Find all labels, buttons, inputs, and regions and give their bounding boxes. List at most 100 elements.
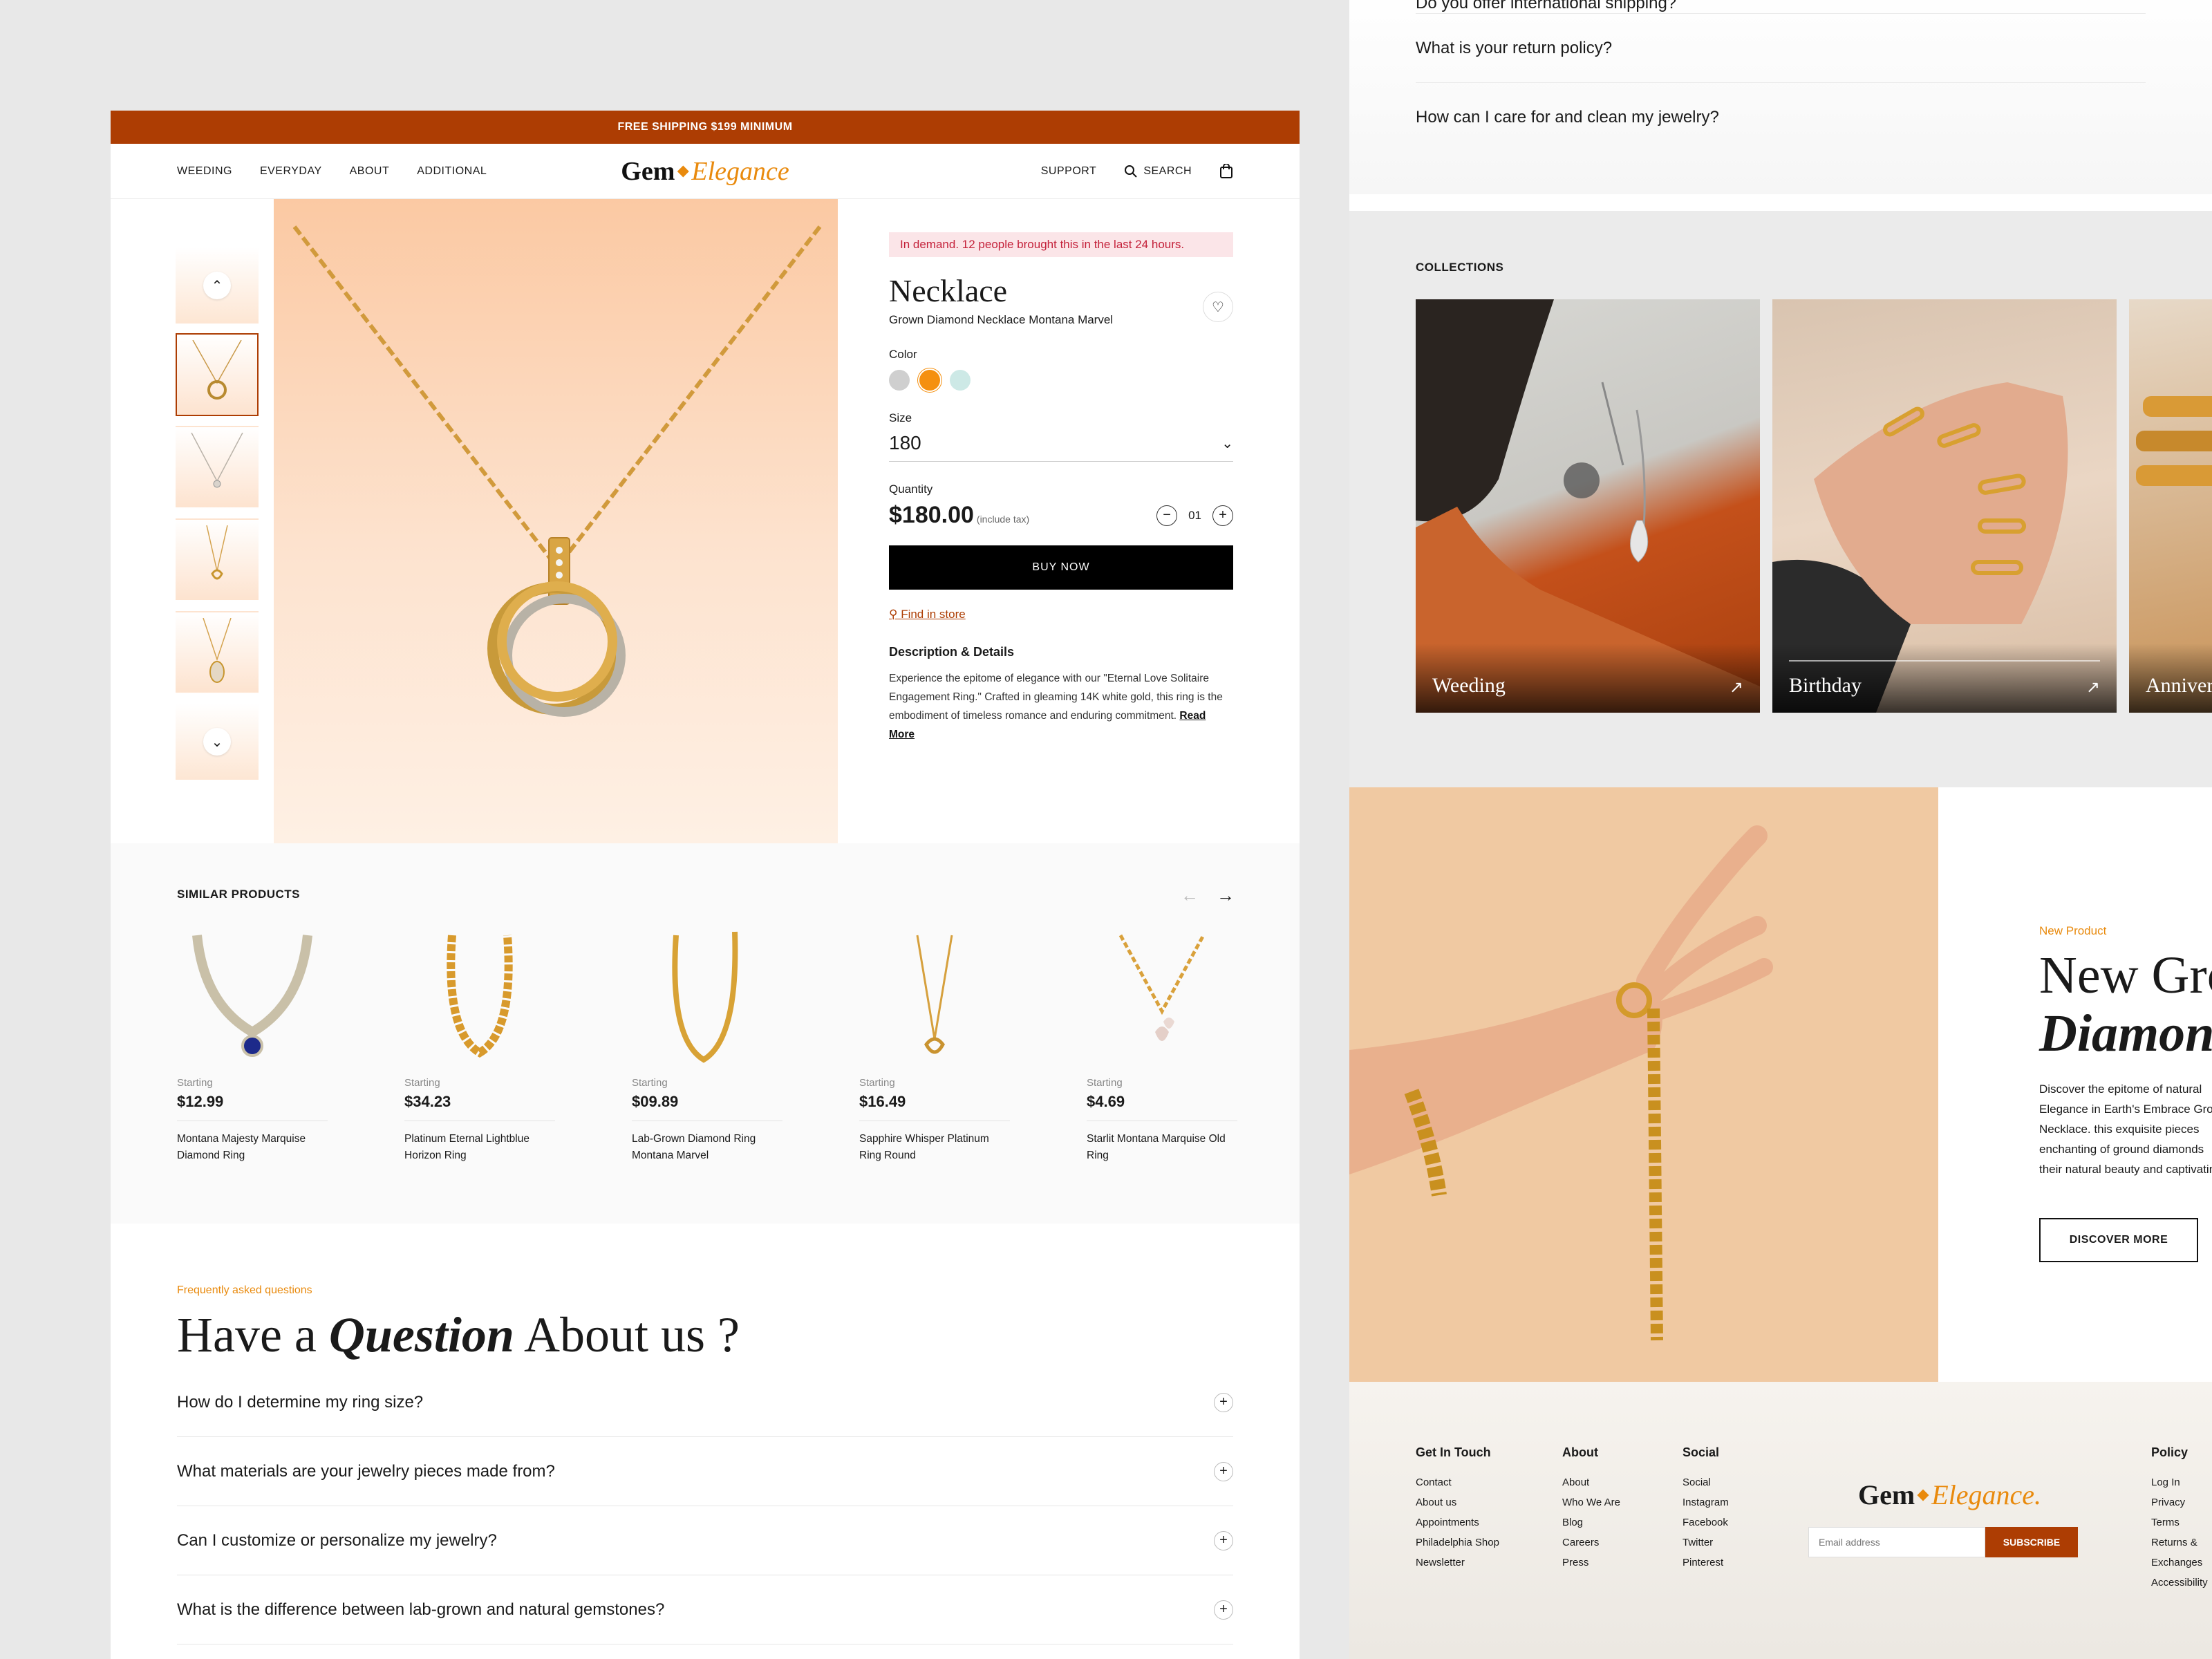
- starting-label: Starting: [1087, 1077, 1123, 1089]
- product-section: ⌃ ⌄ In demand. 12 people brought this in…: [111, 199, 1300, 843]
- faq-item[interactable]: How can I care for and clean my jewelry?: [1416, 83, 2146, 152]
- find-in-store-link[interactable]: ⚲ Find in store: [889, 608, 1233, 621]
- faq-item[interactable]: What is the difference between lab-grown…: [177, 1575, 1233, 1644]
- collection-card-birthday[interactable]: Birthday ↗: [1772, 299, 2117, 713]
- logo-text-gem: Gem: [621, 156, 675, 186]
- thumbnail[interactable]: [176, 518, 259, 601]
- product-name: Sapphire Whisper Platinum Ring Round: [859, 1133, 989, 1161]
- size-value: 180: [889, 432, 921, 453]
- footer-link[interactable]: Privacy: [2151, 1492, 2212, 1512]
- support-link[interactable]: SUPPORT: [1041, 165, 1097, 178]
- minus-button[interactable]: −: [1156, 505, 1178, 526]
- logo[interactable]: Gem Elegance: [621, 156, 789, 187]
- footer-link[interactable]: Blog: [1562, 1512, 1620, 1533]
- collection-card-anniversary[interactable]: Anniversary: [2129, 299, 2212, 713]
- footer-link[interactable]: Who We Are: [1562, 1492, 1620, 1512]
- plus-icon[interactable]: +: [1214, 1392, 1233, 1412]
- footer-link[interactable]: Pinterest: [1683, 1553, 1729, 1573]
- product-name: Lab-Grown Diamond Ring Montana Marvel: [632, 1133, 756, 1161]
- thumbnail[interactable]: [176, 426, 259, 509]
- plus-icon[interactable]: +: [1214, 1530, 1233, 1550]
- product-name: Platinum Eternal Lightblue Horizon Ring: [404, 1133, 529, 1161]
- feature-title-line2: Diamond: [2039, 1004, 2212, 1062]
- email-field[interactable]: [1808, 1527, 1985, 1557]
- nav-link-about[interactable]: ABOUT: [350, 165, 390, 178]
- product-card[interactable]: Starting $16.49 Sapphire Whisper Platinu…: [859, 925, 1010, 1164]
- product-card[interactable]: Starting $4.69 Starlit Montana Marquise …: [1087, 925, 1237, 1164]
- thumb-down-button[interactable]: ⌄: [176, 704, 259, 780]
- footer-link[interactable]: Press: [1562, 1553, 1620, 1573]
- footer-link[interactable]: Twitter: [1683, 1533, 1729, 1553]
- feature-desc-line: Necklace. this exquisite pieces: [2039, 1123, 2200, 1136]
- collection-card-weeding[interactable]: Weeding ↗: [1416, 299, 1760, 713]
- find-in-store-label: Find in store: [901, 608, 966, 621]
- footer-link[interactable]: Terms: [2151, 1512, 2212, 1533]
- footer-link[interactable]: Philadelphia Shop: [1416, 1533, 1499, 1553]
- feature-title: New Grown Diamond: [2039, 946, 2212, 1062]
- footer-link[interactable]: Accessibility: [2151, 1573, 2212, 1593]
- plus-button[interactable]: +: [1212, 505, 1233, 526]
- footer-link[interactable]: Facebook: [1683, 1512, 1729, 1533]
- product-price: $180.00: [889, 502, 974, 528]
- search-button[interactable]: SEARCH: [1124, 165, 1192, 178]
- faq-item[interactable]: What is your return policy?: [1416, 14, 2146, 83]
- subscribe-button[interactable]: SUBSCRIBE: [1985, 1527, 2078, 1557]
- arrow-left-icon[interactable]: ←: [1181, 885, 1199, 906]
- arrow-right-icon[interactable]: →: [1217, 885, 1235, 906]
- footer-link[interactable]: About us: [1416, 1492, 1499, 1512]
- size-select[interactable]: 180 ⌄: [889, 425, 1233, 462]
- footer-link[interactable]: About: [1562, 1472, 1620, 1492]
- color-swatch-gold[interactable]: [919, 370, 940, 391]
- logo-text-elegance: Elegance.: [1931, 1479, 2041, 1510]
- plus-icon[interactable]: +: [1214, 1461, 1233, 1481]
- footer-link[interactable]: Contact: [1416, 1472, 1499, 1492]
- faq-question: What materials are your jewelry pieces m…: [177, 1461, 555, 1481]
- footer-link[interactable]: Newsletter: [1416, 1553, 1499, 1573]
- faq-question: What is your return policy?: [1416, 38, 1613, 57]
- product-price: $12.99: [177, 1093, 224, 1110]
- demand-notice: In demand. 12 people brought this in the…: [889, 232, 1233, 257]
- color-swatch-silver[interactable]: [889, 370, 910, 391]
- product-card[interactable]: Starting $12.99 Montana Majesty Marquise…: [177, 925, 328, 1164]
- color-swatch-mint[interactable]: [950, 370, 971, 391]
- faq-item[interactable]: What materials are your jewelry pieces m…: [177, 1437, 1233, 1506]
- thumb-up-button[interactable]: ⌃: [176, 247, 259, 324]
- footer-heading: Social: [1683, 1445, 1720, 1459]
- nav-link-everyday[interactable]: EVERYDAY: [260, 165, 322, 178]
- collections-section: COLLECTIONS Weeding ↗ Birthday ↗ Anniver: [1349, 211, 2212, 787]
- diamond-icon: [677, 165, 689, 177]
- arrow-up-right-icon: ↗: [1729, 678, 1743, 697]
- thumbnail[interactable]: [176, 611, 259, 694]
- starting-label: Starting: [404, 1077, 440, 1089]
- footer-link[interactable]: Instagram: [1683, 1492, 1729, 1512]
- faq-item[interactable]: Can I customize or personalize my jewelr…: [177, 1506, 1233, 1575]
- footer-link[interactable]: Log In: [2151, 1472, 2212, 1492]
- discover-more-button[interactable]: DISCOVER MORE: [2039, 1218, 2198, 1262]
- color-swatches: [889, 370, 1233, 391]
- feature-desc-line: their natural beauty and captivating: [2039, 1163, 2212, 1176]
- footer-link[interactable]: Returns & Exchanges: [2151, 1533, 2212, 1573]
- thumbnail[interactable]: [176, 333, 259, 416]
- buy-now-button[interactable]: BUY NOW: [889, 545, 1233, 590]
- cart-icon[interactable]: [1219, 163, 1233, 179]
- footer-link[interactable]: Appointments: [1416, 1512, 1499, 1533]
- footer-col-get-in-touch: Get In Touch Contact About us Appointmen…: [1416, 1445, 1499, 1573]
- faq-section: Frequently asked questions Have a Questi…: [111, 1224, 1300, 1644]
- product-title: Necklace: [889, 273, 1008, 308]
- quantity-value: 01: [1188, 508, 1201, 522]
- nav-link-weeding[interactable]: WEEDING: [177, 165, 232, 178]
- diamond-icon: [1917, 1489, 1929, 1501]
- product-card[interactable]: Starting $09.89 Lab-Grown Diamond Ring M…: [632, 925, 782, 1164]
- product-name: Montana Majesty Marquise Diamond Ring: [177, 1133, 306, 1161]
- product-card[interactable]: Starting $34.23 Platinum Eternal Lightbl…: [404, 925, 555, 1164]
- footer-heading: Policy: [2151, 1445, 2188, 1459]
- footer-link[interactable]: Social: [1683, 1472, 1729, 1492]
- footer-logo[interactable]: Gem Elegance.: [1858, 1479, 2041, 1511]
- footer-link[interactable]: Careers: [1562, 1533, 1620, 1553]
- starting-label: Starting: [632, 1077, 668, 1089]
- faq-item[interactable]: How do I determine my ring size? +: [177, 1368, 1233, 1437]
- wishlist-button[interactable]: ♡: [1203, 292, 1233, 322]
- faq-item[interactable]: Do you offer international shipping?: [1416, 0, 2146, 14]
- nav-link-additional[interactable]: ADDITIONAL: [417, 165, 487, 178]
- plus-icon[interactable]: +: [1214, 1600, 1233, 1620]
